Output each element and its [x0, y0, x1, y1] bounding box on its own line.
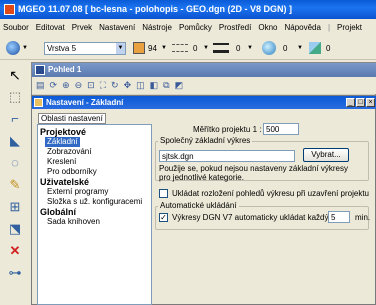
camera-icon[interactable]: ◩ — [175, 80, 184, 91]
cell-icon[interactable]: ✎ — [6, 176, 24, 194]
save-layout-checkbox[interactable] — [159, 189, 168, 198]
autosave-group-label: Automatické ukládání — [158, 201, 239, 210]
dialog-title-bar[interactable]: Nastavení - Základní — [32, 96, 376, 109]
line-weight-icon[interactable] — [213, 43, 229, 53]
tree-header: Oblasti nastavení — [38, 113, 106, 124]
view-previous-icon[interactable]: ◫ — [136, 80, 145, 91]
menu-editovat[interactable]: Editovat — [36, 23, 65, 32]
shape-icon[interactable]: ◣ — [6, 132, 24, 150]
view-icon — [35, 65, 45, 75]
color-swatch[interactable] — [133, 42, 145, 54]
transparency-icon[interactable] — [262, 41, 276, 55]
tree-item-zobrazovani[interactable]: Zobrazování — [47, 147, 91, 157]
tree-item-globalni[interactable]: Globální — [40, 207, 76, 217]
line-weight-value: 0 — [236, 44, 241, 53]
scale-label: Měřítko projektu 1 : — [193, 125, 262, 134]
menu-projekt[interactable]: Projekt — [337, 23, 362, 32]
close-button[interactable]: × — [366, 98, 375, 107]
chevron-down-icon[interactable]: ▼ — [203, 45, 209, 51]
copy-view-icon[interactable]: ⧉ — [163, 80, 169, 91]
base-drawing-note: Použije se, pokud nejsou nastaveny zákla… — [159, 164, 348, 182]
chevron-down-icon[interactable]: ▼ — [116, 43, 125, 54]
modify-icon[interactable]: ⬔ — [6, 220, 24, 238]
priority-icon[interactable] — [309, 42, 321, 54]
autosave-unit: min. — [355, 213, 371, 222]
menu-okno[interactable]: Okno — [258, 23, 277, 32]
attribute-toolbar: ▼ Vrstva 5 ▼ 94 ▼ 0 ▼ 0 ▼ 0 ▼ 0 — [0, 36, 376, 60]
dialog-title: Nastavení - Základní — [46, 98, 124, 107]
window-title: MGEO 11.07.08 [ bc-lesna - polohopis - G… — [18, 4, 293, 14]
pan-view-icon[interactable]: ✥ — [124, 80, 132, 91]
zoom-in-icon[interactable]: ⊕ — [62, 80, 70, 91]
dimension-icon[interactable]: ⊶ — [6, 264, 24, 282]
chevron-down-icon[interactable]: ▼ — [297, 45, 303, 51]
autosave-checkbox[interactable]: ✓ — [159, 213, 168, 222]
color-value: 94 — [148, 44, 157, 53]
priority-value: 0 — [326, 44, 331, 53]
app-icon[interactable] — [4, 4, 15, 15]
delete-icon[interactable]: ✕ — [6, 242, 24, 260]
tree-item-projektove[interactable]: Projektové — [40, 127, 86, 137]
menu-nastaveni[interactable]: Nastavení — [99, 23, 135, 32]
chevron-down-icon[interactable]: ▼ — [247, 45, 253, 51]
text-icon[interactable]: ⊞ — [6, 198, 24, 216]
fit-view-icon[interactable]: ⛶ — [100, 80, 106, 91]
view-attributes-icon[interactable]: ▤ — [36, 80, 45, 91]
base-drawing-input[interactable] — [159, 150, 295, 162]
tree-item-externi-programy[interactable]: Externí programy — [47, 187, 108, 197]
line-style-value: 0 — [193, 44, 198, 53]
chevron-down-icon[interactable]: ▼ — [22, 45, 28, 51]
base-drawing-group-label: Společný základní výkres — [158, 136, 253, 145]
rotate-view-icon[interactable]: ↻ — [111, 80, 119, 91]
polyline-icon[interactable]: ⌐ — [6, 110, 24, 128]
window-area-icon[interactable]: ⊡ — [87, 80, 95, 91]
line-style-icon[interactable] — [172, 44, 188, 52]
save-layout-label: Ukládat rozložení pohledů výkresu při uz… — [172, 189, 369, 198]
select-arrow-icon[interactable]: ↖ — [6, 66, 24, 84]
view-title: Pohled 1 — [48, 65, 82, 74]
menu-soubor[interactable]: Soubor — [3, 23, 29, 32]
tree-item-uzivatelske[interactable]: Uživatelské — [40, 177, 89, 187]
dialog-icon — [34, 98, 43, 107]
view-next-icon[interactable]: ◧ — [150, 80, 159, 91]
tree-item-zakladni[interactable]: Základní — [45, 137, 80, 147]
tree-item-sada-knihoven[interactable]: Sada knihoven — [47, 217, 100, 227]
autosave-label: Výkresy DGN V7 automaticky ukládat každý… — [172, 213, 337, 222]
level-combo[interactable]: Vrstva 5 ▼ — [44, 42, 126, 55]
chevron-down-icon[interactable]: ▼ — [161, 45, 167, 51]
zoom-out-icon[interactable]: ⊖ — [75, 80, 83, 91]
tree-item-kresleni[interactable]: Kreslení — [47, 157, 76, 167]
element-selection-icon[interactable] — [6, 41, 20, 55]
autosave-interval-input[interactable] — [328, 211, 350, 223]
menu-napoveda[interactable]: Nápověda — [284, 23, 320, 32]
menu-nastroje[interactable]: Nástroje — [142, 23, 172, 32]
menu-separator: | — [327, 23, 331, 32]
view-toolbar: ▤ ⟳ ⊕ ⊖ ⊡ ⛶ ↻ ✥ ◫ ◧ ⧉ ◩ — [32, 77, 376, 94]
tree-item-pro-odborniky[interactable]: Pro odborníky — [47, 167, 97, 177]
title-bar: MGEO 11.07.08 [ bc-lesna - polohopis - G… — [0, 0, 376, 19]
browse-button[interactable]: Vybrat... — [303, 148, 349, 162]
menu-pomucky[interactable]: Pomůcky — [179, 23, 212, 32]
maximize-button[interactable]: □ — [356, 98, 365, 107]
menu-prostredi[interactable]: Prostředí — [219, 23, 251, 32]
level-value: Vrstva 5 — [47, 44, 77, 53]
transparency-value: 0 — [283, 44, 288, 53]
tree-item-slozka-konfiguracemi[interactable]: Složka s už. konfiguracemi — [47, 197, 142, 207]
fence-icon[interactable]: ⬚ — [6, 88, 24, 106]
update-view-icon[interactable]: ⟳ — [50, 80, 58, 91]
menu-bar: Soubor Editovat Prvek Nastavení Nástroje… — [0, 19, 376, 36]
view-title-bar[interactable]: Pohled 1 — [32, 63, 376, 77]
settings-tree[interactable]: Projektové Základní Zobrazování Kreslení… — [37, 124, 152, 305]
minimize-button[interactable]: _ — [346, 98, 355, 107]
circle-icon[interactable]: ◌ — [6, 154, 24, 172]
scale-input[interactable] — [263, 123, 299, 135]
menu-prvek[interactable]: Prvek — [72, 23, 92, 32]
main-tool-strip: ↖ ⬚ ⌐ ◣ ◌ ✎ ⊞ ⬔ ✕ ⊶ — [0, 62, 30, 305]
